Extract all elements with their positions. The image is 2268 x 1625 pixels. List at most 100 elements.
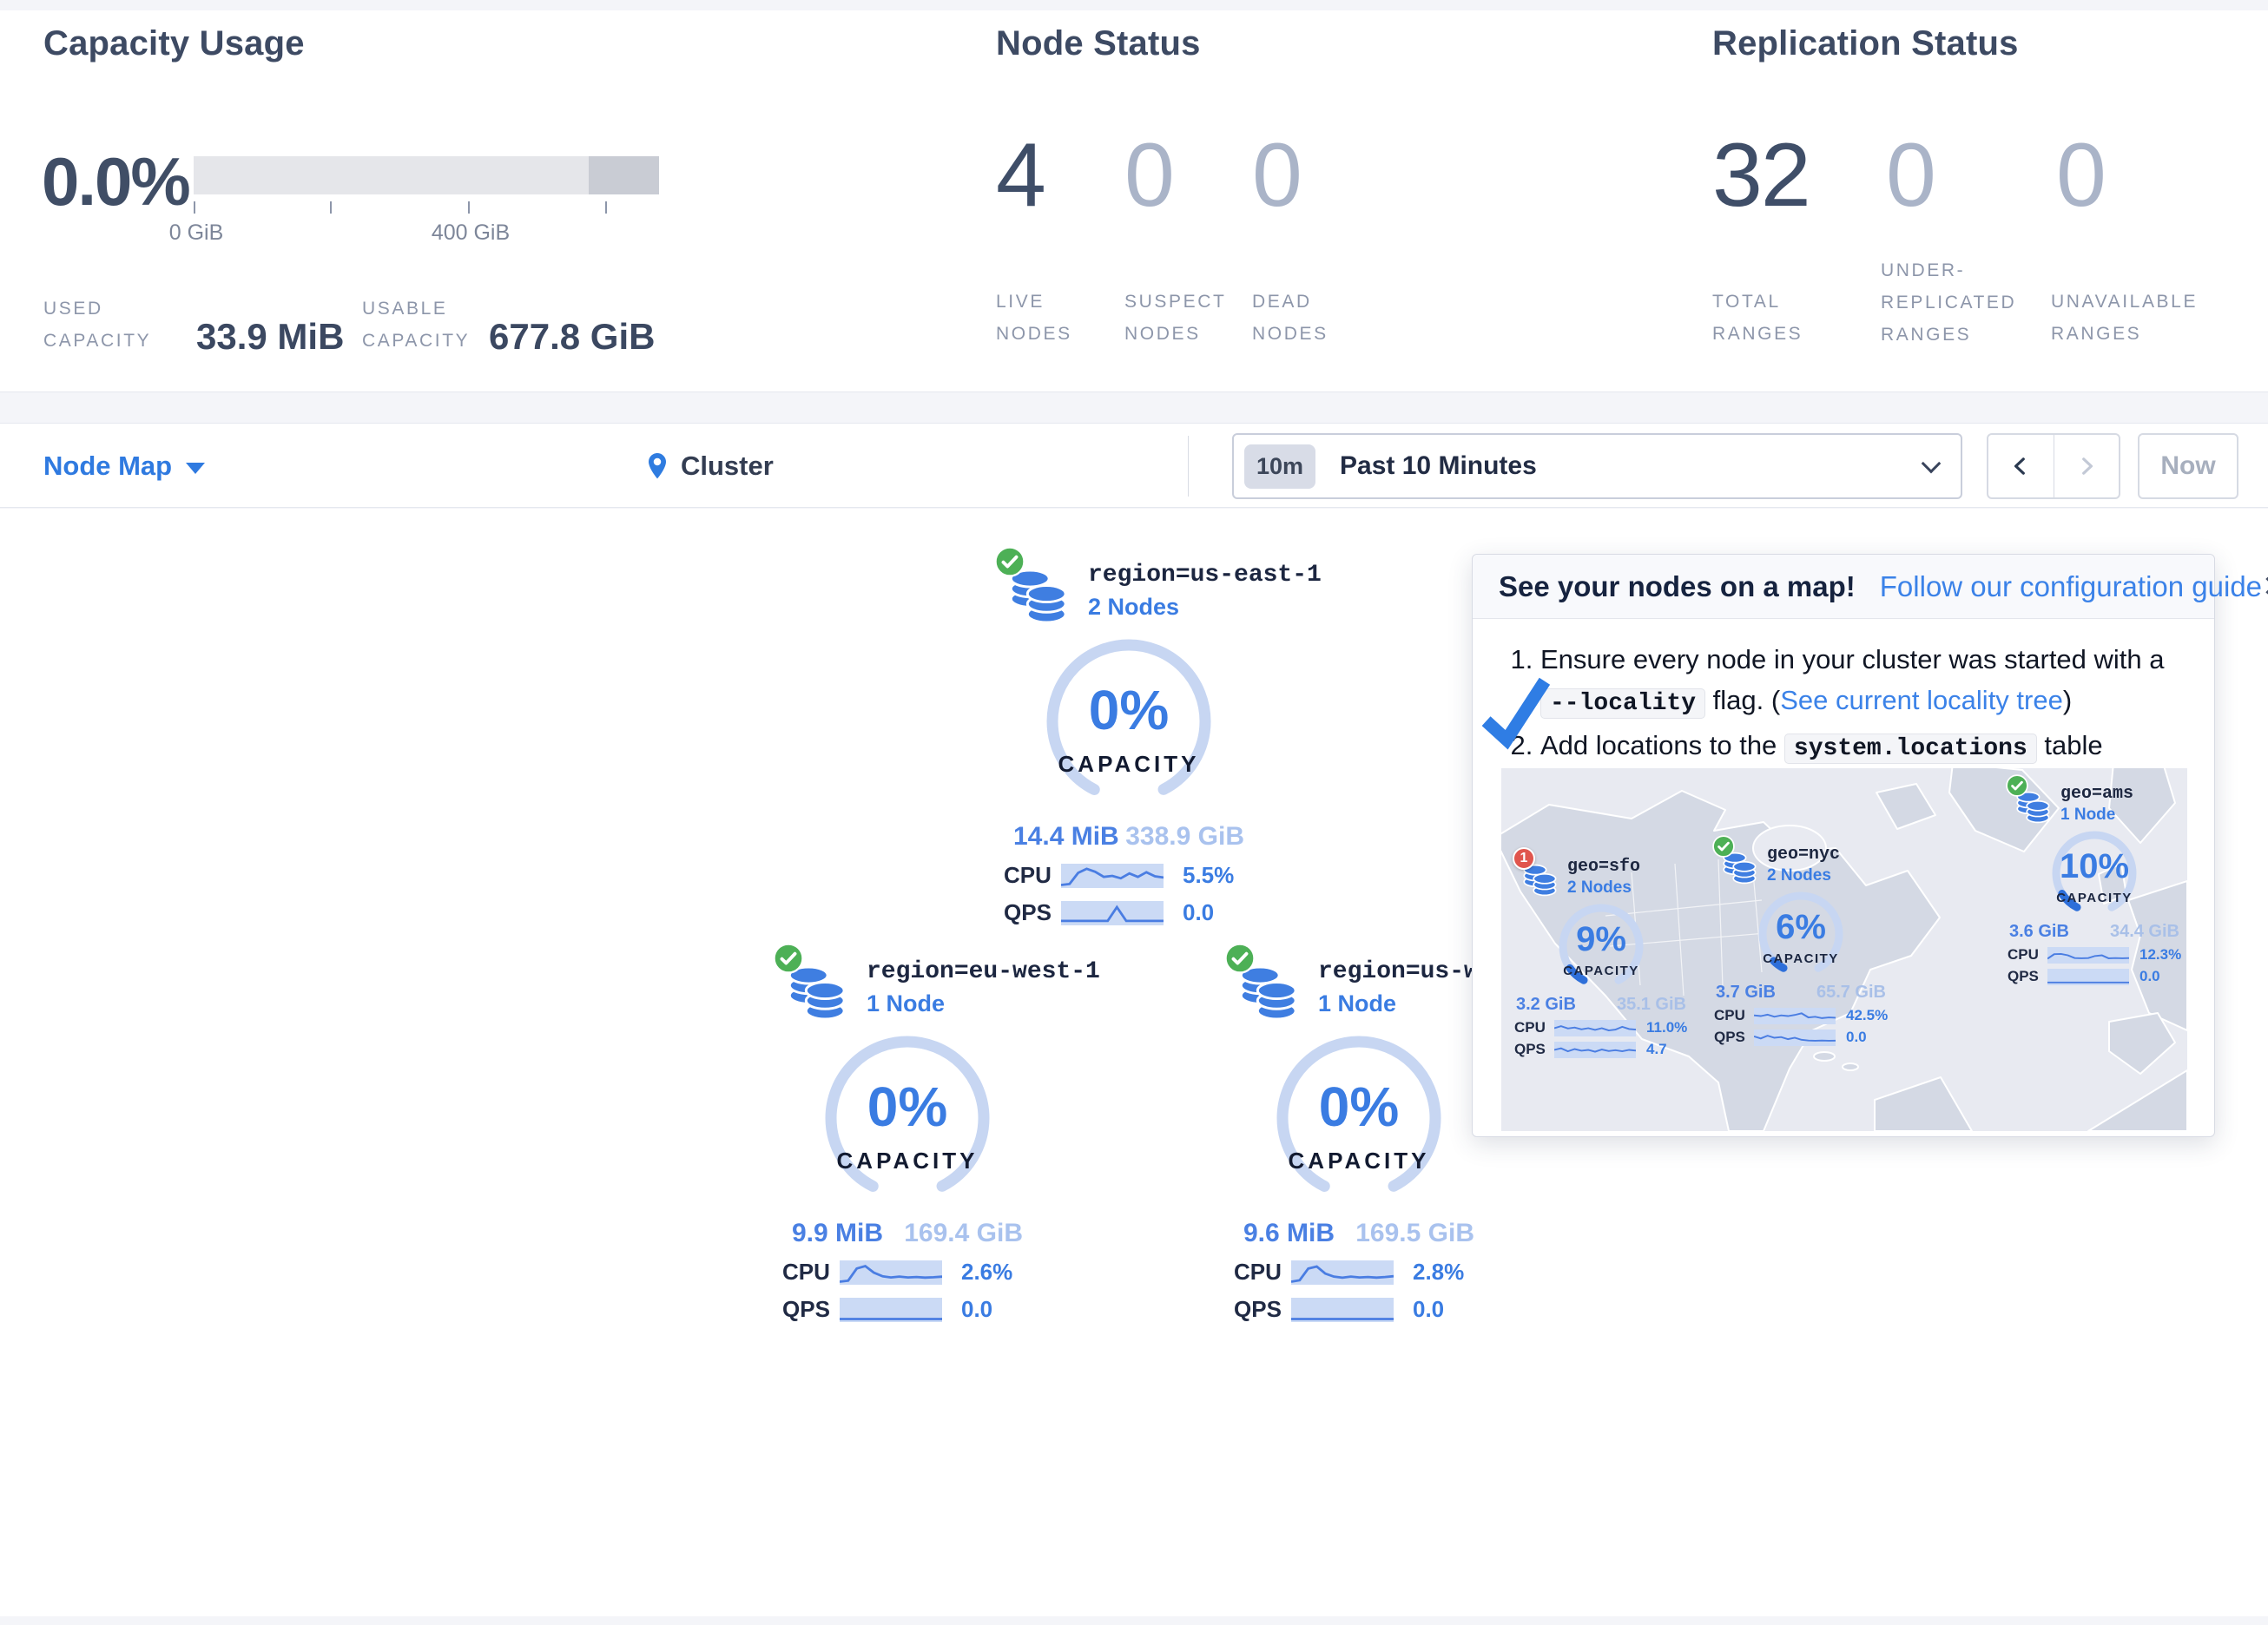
- cpu-label: CPU: [1514, 1019, 1554, 1036]
- status-ok-icon: [994, 546, 1025, 577]
- dead-nodes-count: 0: [1252, 130, 1301, 220]
- axis-tick-label: 400 GiB: [432, 220, 510, 246]
- chevron-left-icon: [2009, 452, 2032, 480]
- example-world-map: 1 geo=sfo 2 Nodes 9%: [1501, 768, 2187, 1131]
- total-value: 35.1 GiB: [1617, 995, 1686, 1015]
- cpu-metric-row: CPU 42.5%: [1714, 1007, 1888, 1024]
- capacity-caption: CAPACITY: [812, 1148, 1003, 1174]
- usable-capacity-label: USABLE CAPACITY: [362, 293, 510, 358]
- qps-metric-row: QPS 0.0: [1714, 1029, 1888, 1046]
- locality-tree-link[interactable]: See current locality tree: [1780, 685, 2063, 715]
- locality-nodes-link[interactable]: 2 Nodes: [1567, 878, 1640, 898]
- mini-node-header: 1 geo=sfo 2 Nodes: [1510, 855, 1692, 898]
- configuration-guide-link[interactable]: Follow our configuration guide: [1880, 570, 2262, 603]
- used-value: 3.2 GiB: [1516, 995, 1576, 1015]
- qps-value: 0.0: [1395, 1296, 1484, 1323]
- region-nodes-link[interactable]: 1 Node: [867, 990, 1100, 1017]
- time-prev-button[interactable]: [1988, 435, 2054, 497]
- capacity-gauge: 0% CAPACITY: [1033, 638, 1224, 810]
- used-value: 3.7 GiB: [1716, 983, 1776, 1003]
- capacity-percent: 0%: [1263, 1075, 1454, 1139]
- capacity-percent: 6%: [1749, 908, 1853, 947]
- suspect-nodes-count: 0: [1124, 130, 1173, 220]
- mini-node-meta: geo=sfo 2 Nodes: [1567, 855, 1640, 898]
- region-card-us-east-1[interactable]: region=us-east-1 2 Nodes 0% CAPACITY 14.…: [986, 556, 1272, 926]
- qps-label: QPS: [1234, 1296, 1291, 1323]
- region-card-header: region=us-west-1 1 Node: [1216, 953, 1502, 1021]
- region-label: region=us-east-1: [1088, 562, 1322, 589]
- capacity-bar-dark-segment: [589, 156, 659, 194]
- locality-nodes-link[interactable]: 1 Node: [2060, 806, 2133, 825]
- cpu-metric-row: CPU 11.0%: [1514, 1019, 1688, 1036]
- breadcrumb: Cluster: [644, 424, 774, 509]
- axis-tick: [194, 201, 195, 214]
- step-text: ): [2063, 685, 2072, 715]
- chevron-right-icon: [2075, 452, 2098, 480]
- status-ok-icon: [773, 943, 804, 974]
- axis-tick: [468, 201, 470, 214]
- cluster-summary-panel: Capacity Usage 0.0% 0 GiB 400 GiB USED C…: [0, 10, 2268, 392]
- capacity-values: 3.7 GiB 65.7 GiB: [1716, 983, 1886, 1003]
- qps-label: QPS: [1714, 1029, 1754, 1046]
- used-value: 3.6 GiB: [2009, 922, 2069, 942]
- close-icon[interactable]: ✕: [2262, 572, 2268, 602]
- total-value: 34.4 GiB: [2110, 922, 2179, 942]
- cpu-label: CPU: [1714, 1007, 1754, 1024]
- total-value: 169.5 GiB: [1355, 1219, 1474, 1248]
- bottom-strip: [0, 1616, 2268, 1625]
- step-text: flag. (: [1705, 685, 1780, 715]
- view-selector-node-map[interactable]: Node Map: [43, 424, 205, 509]
- breadcrumb-cluster: Cluster: [681, 451, 774, 482]
- total-value: 65.7 GiB: [1816, 983, 1886, 1003]
- time-step-buttons: [1987, 433, 2120, 499]
- status-ok-icon: [1712, 835, 1735, 858]
- qps-sparkline: [2047, 969, 2129, 985]
- capacity-gauge: 0% CAPACITY: [1263, 1035, 1454, 1207]
- mini-node-geo-sfo[interactable]: 1 geo=sfo 2 Nodes 9%: [1510, 855, 1692, 1058]
- qps-sparkline: [1754, 1030, 1836, 1046]
- region-card-us-west-1[interactable]: region=us-west-1 1 Node 0% CAPACITY 9.6 …: [1216, 953, 1502, 1323]
- node-icon-wrap: [783, 953, 853, 1021]
- region-card-header: region=us-east-1 2 Nodes: [986, 556, 1272, 624]
- locality-label: geo=nyc: [1767, 845, 1840, 865]
- capacity-gauge: 10% CAPACITY: [2042, 828, 2146, 918]
- qps-sparkline: [840, 1298, 942, 1322]
- qps-label: QPS: [1514, 1041, 1554, 1058]
- live-nodes-label: LIVE NODES: [996, 286, 1100, 351]
- now-button[interactable]: Now: [2138, 433, 2238, 499]
- region-card-eu-west-1[interactable]: region=eu-west-1 1 Node 0% CAPACITY 9.9 …: [764, 953, 1051, 1323]
- qps-metric-row: QPS 0.0: [2008, 968, 2181, 985]
- cpu-metric-row: CPU 12.3%: [2008, 946, 2181, 964]
- locality-nodes-link[interactable]: 2 Nodes: [1767, 866, 1840, 885]
- time-range-label: Past 10 Minutes: [1340, 451, 1924, 481]
- mini-node-geo-ams[interactable]: geo=ams 1 Node 10% CAPACITY 3.6 GiB: [2003, 782, 2186, 985]
- under-replicated-label: UNDER-REPLICATED RANGES: [1881, 255, 2050, 351]
- locality-label: geo=ams: [2060, 784, 2133, 804]
- cpu-sparkline: [1754, 1008, 1836, 1024]
- capacity-bar: [194, 156, 659, 194]
- mini-node-geo-nyc[interactable]: geo=nyc 2 Nodes 6% CAPACITY 3.7 GiB: [1710, 843, 1892, 1046]
- blue-checkmark-icon: [1474, 672, 1561, 760]
- qps-label: QPS: [782, 1296, 840, 1323]
- step-text: Ensure every node in your cluster was st…: [1540, 644, 2165, 674]
- cpu-label: CPU: [1004, 862, 1061, 889]
- suspect-nodes-label: SUSPECT NODES: [1124, 286, 1250, 351]
- qps-sparkline: [1554, 1042, 1636, 1058]
- mini-node-header: geo=nyc 2 Nodes: [1710, 843, 1892, 885]
- region-nodes-link[interactable]: 2 Nodes: [1088, 594, 1322, 621]
- time-range-dropdown[interactable]: 10m Past 10 Minutes: [1232, 433, 1962, 499]
- setup-step-1: Ensure every node in your cluster was st…: [1540, 640, 2185, 722]
- node-icon-wrap: 1: [1520, 855, 1559, 895]
- cpu-value: 42.5%: [1837, 1007, 1888, 1024]
- cpu-sparkline: [1554, 1020, 1636, 1036]
- used-value: 9.9 MiB: [792, 1219, 883, 1248]
- axis-tick: [605, 201, 607, 214]
- node-icon-wrap: [1720, 843, 1758, 883]
- total-ranges-count: 32: [1712, 130, 1810, 220]
- caret-down-icon: [186, 463, 205, 474]
- time-next-button[interactable]: [2054, 435, 2120, 497]
- capacity-caption: CAPACITY: [1749, 951, 1853, 966]
- view-selector-label: Node Map: [43, 451, 172, 482]
- capacity-gauge: 6% CAPACITY: [1749, 889, 1853, 979]
- qps-label: QPS: [1004, 899, 1061, 926]
